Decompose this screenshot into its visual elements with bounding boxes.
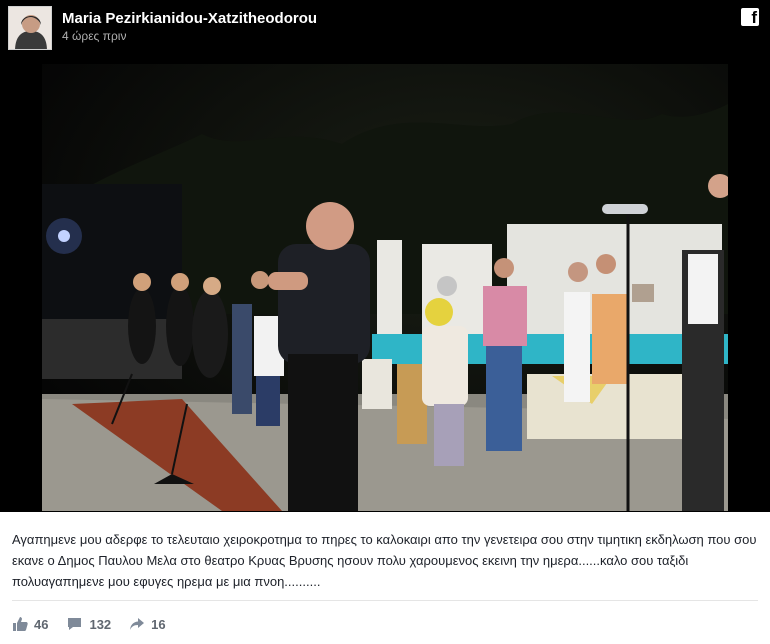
post-photo[interactable] <box>42 64 728 511</box>
author-name[interactable]: Maria Pezirkianidou-Xatzitheodorou <box>62 10 317 27</box>
divider <box>12 600 758 601</box>
comment-action[interactable]: 132 <box>66 616 111 632</box>
comment-icon <box>68 618 82 630</box>
post-caption: Αγαπημενε μου αδερφε το τελευταιο χειροκ… <box>12 532 757 589</box>
facebook-post-embed: Maria Pezirkianidou-Xatzitheodorou 4 ώρε… <box>0 0 770 644</box>
share-arrow-icon <box>130 618 145 630</box>
share-count: 16 <box>151 616 166 632</box>
facebook-icon[interactable]: f <box>741 8 759 27</box>
share-action[interactable]: 16 <box>129 616 166 632</box>
post-header: Maria Pezirkianidou-Xatzitheodorou 4 ώρε… <box>0 0 770 56</box>
thumbs-up-icon <box>13 617 28 631</box>
avatar[interactable] <box>8 6 52 50</box>
comment-count: 132 <box>89 616 112 632</box>
like-action[interactable]: 46 <box>12 616 48 632</box>
like-count: 46 <box>34 616 49 632</box>
post-timestamp[interactable]: 4 ώρες πριν <box>62 29 126 43</box>
engagement-bar: 46 132 16 <box>12 614 184 634</box>
